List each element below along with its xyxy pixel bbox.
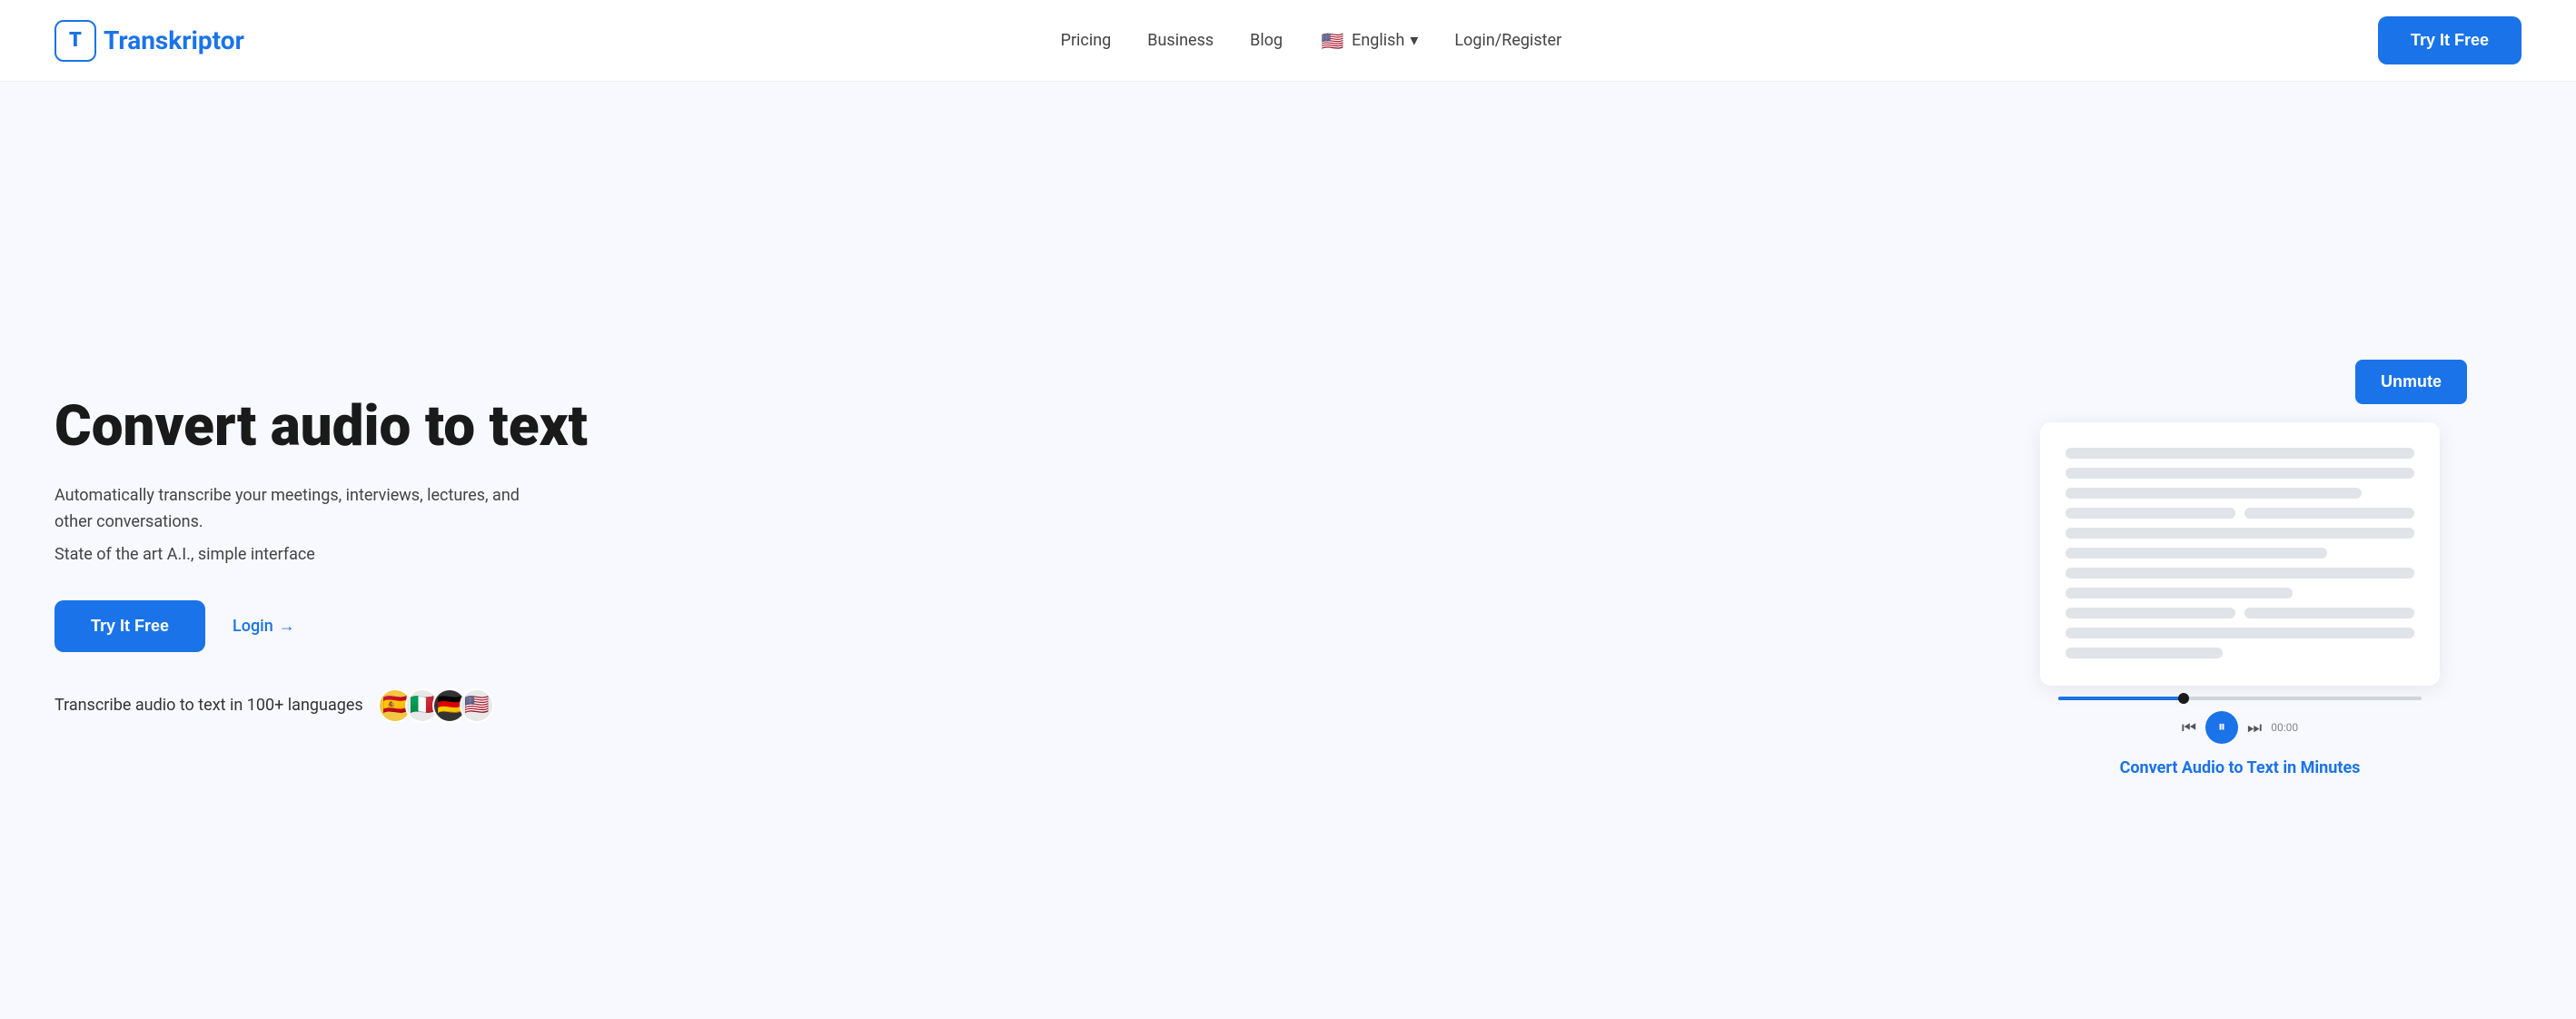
player-controls: ⏮ ⏸ ⏭ 00:00 [2182, 711, 2298, 744]
time-display: 00:00 [2271, 721, 2298, 734]
try-it-free-hero-button[interactable]: Try It Free [54, 600, 205, 652]
nav-business[interactable]: Business [1147, 31, 1214, 50]
hero-subtitle2: State of the art A.I., simple interface [54, 545, 618, 564]
transcript-line [2066, 448, 2414, 459]
transcript-line [2066, 468, 2414, 479]
hero-section: Convert audio to text Automatically tran… [0, 82, 2576, 1019]
skip-back-button[interactable]: ⏮ [2182, 718, 2196, 737]
audio-progress-dot [2178, 693, 2189, 704]
transcript-card [2040, 422, 2440, 686]
hero-left: Convert audio to text Automatically tran… [54, 396, 618, 723]
flag-us: 🇺🇸 [460, 688, 494, 723]
languages-text: Transcribe audio to text in 100+ languag… [54, 696, 363, 715]
transcript-line-pair [2066, 508, 2414, 528]
pause-icon: ⏸ [2218, 719, 2225, 736]
language-selector[interactable]: 🇺🇸 English ▾ [1319, 27, 1418, 54]
progress-bar-row[interactable] [2040, 697, 2440, 700]
transcript-line-pair [2066, 608, 2414, 628]
audio-player: ⏮ ⏸ ⏭ 00:00 [1958, 686, 2522, 744]
transcript-line [2066, 568, 2414, 579]
logo[interactable]: T Transkriptor [54, 20, 244, 62]
hero-subtitle1: Automatically transcribe your meetings, … [54, 483, 527, 536]
transcript-line [2066, 628, 2414, 638]
hero-buttons: Try It Free Login → [54, 600, 618, 652]
transcript-line [2066, 528, 2414, 539]
hero-title: Convert audio to text [54, 396, 618, 458]
play-pause-button[interactable]: ⏸ [2205, 711, 2238, 744]
transcript-line [2066, 548, 2327, 559]
skip-forward-button[interactable]: ⏭ [2247, 718, 2262, 737]
convert-caption: Convert Audio to Text in Minutes [2120, 758, 2361, 777]
flag-badges: 🇪🇸 🇮🇹 🇩🇪 🇺🇸 [378, 688, 494, 723]
login-label: Login [233, 617, 273, 636]
nav-pricing[interactable]: Pricing [1061, 31, 1112, 50]
language-label: English [1352, 31, 1404, 50]
unmute-button[interactable]: Unmute [2355, 360, 2467, 404]
transcript-line [2066, 648, 2223, 658]
flag-icon: 🇺🇸 [1319, 27, 1346, 54]
hero-right: Unmute [1958, 341, 2522, 777]
login-arrow-icon: → [279, 617, 295, 636]
nav-blog[interactable]: Blog [1250, 31, 1283, 50]
languages-row: Transcribe audio to text in 100+ languag… [54, 688, 618, 723]
navbar: T Transkriptor Pricing Business Blog 🇺🇸 … [0, 0, 2576, 82]
try-it-free-nav-button[interactable]: Try It Free [2378, 16, 2522, 64]
logo-text: Transkriptor [104, 25, 244, 55]
audio-progress-filled [2058, 697, 2185, 700]
transcript-line [2066, 588, 2293, 599]
transcript-line [2066, 488, 2362, 499]
chevron-down-icon: ▾ [1410, 31, 1418, 50]
login-register-link[interactable]: Login/Register [1454, 31, 1561, 50]
logo-icon: T [54, 20, 96, 62]
audio-progress-bar[interactable] [2058, 697, 2422, 700]
nav-links: Pricing Business Blog 🇺🇸 English ▾ Login… [1061, 27, 1562, 54]
login-link[interactable]: Login → [233, 617, 295, 636]
